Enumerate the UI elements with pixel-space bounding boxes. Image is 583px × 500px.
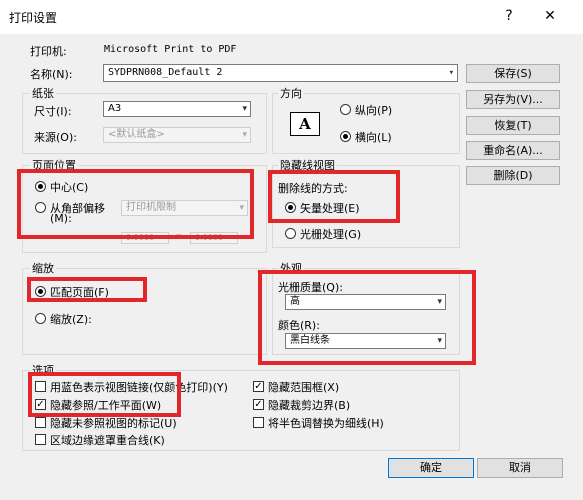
rename-button[interactable]: 重命名(A)... [466,141,560,160]
delete-button[interactable]: 删除(D) [466,166,560,185]
paper-size-select[interactable]: A3 ▾ [103,101,251,117]
appearance-group-label: 外观 [278,260,304,276]
paper-source-select[interactable]: <默认纸盒> ▾ [103,127,251,143]
paper-group-label: 纸张 [30,85,56,101]
ok-button[interactable]: 确定 [388,458,474,478]
option-checkbox-hide-scope-boxes[interactable]: ✓ [253,381,264,392]
offset-select[interactable]: 打印机限制 ▾ [121,200,248,216]
color-label: 颜色(R): [278,319,320,332]
checkmark-icon: ✓ [254,399,263,410]
chevron-down-icon: ▾ [448,68,454,78]
landscape-label: 横向(L) [355,131,392,144]
chevron-down-icon: ▾ [242,130,247,140]
printer-name-value: SYDPRN008_Default 2 [108,67,223,78]
dialog-title: 打印设置 [9,11,58,25]
paper-size-value: A3 [108,103,122,114]
vector-radio[interactable] [285,202,296,213]
option-label-hide-unref-tags: 隐藏未参照视图的标记(U) [50,417,177,430]
chevron-down-icon: ▾ [242,104,247,114]
option-label-hide-ref-planes: 隐藏参照/工作平面(W) [50,399,162,412]
option-label-hide-scope-boxes: 隐藏范围框(X) [268,381,340,394]
help-icon[interactable]: ? [499,6,519,26]
option-label-hide-crop-boundaries: 隐藏裁剪边界(B) [268,399,351,412]
orientation-group-label: 方向 [278,85,304,101]
color-select[interactable]: 黑白线条 ▾ [285,333,446,349]
raster-quality-label: 光栅质量(Q): [278,281,343,294]
hidden-line-method-label: 删除线的方式: [278,182,348,195]
option-checkbox-hide-unref-tags[interactable] [35,417,46,428]
option-checkbox-region-edge-mask[interactable] [35,434,46,445]
option-checkbox-hide-ref-planes[interactable]: ✓ [35,399,46,410]
close-icon[interactable]: ✕ [540,6,560,26]
zoom-radio[interactable] [35,313,46,324]
option-label-region-edge-mask: 区域边缘遮罩重合线(K) [50,434,165,447]
option-checkbox-halftone-thin-lines[interactable] [253,417,264,428]
save-as-button[interactable]: 另存为(V)... [466,90,560,109]
portrait-label: 纵向(P) [355,104,393,117]
options-group-label: 选项 [30,362,56,378]
raster-label: 光栅处理(G) [300,228,362,241]
landscape-radio[interactable] [340,131,351,142]
printer-value: Microsoft Print to PDF [104,44,237,55]
offset-x-input[interactable]: 0.0000 [121,232,169,244]
fit-page-radio[interactable] [35,286,46,297]
checkmark-icon: ✓ [254,381,263,392]
paper-source-value: <默认纸盒> [108,129,165,140]
paper-size-label: 尺寸(I): [34,105,72,118]
offset-radio[interactable] [35,202,46,213]
chevron-down-icon: ▾ [437,336,442,346]
hidden-line-group-label: 隐藏线视图 [278,157,337,173]
chevron-down-icon: ▾ [437,297,442,307]
print-settings-dialog: 打印设置 ? ✕ 打印机: Microsoft Print to PDF 名称(… [0,0,583,500]
printer-label: 打印机: [30,45,67,58]
offset-label-line2: (M): [50,212,72,225]
offset-select-value: 打印机限制 [126,202,176,213]
name-label: 名称(N): [30,68,73,81]
checkmark-icon: ✓ [36,399,45,410]
title-bar: 打印设置 ? ✕ [0,0,583,34]
paper-source-label: 来源(O): [34,131,77,144]
raster-quality-value: 高 [290,296,300,307]
zoom-label: 缩放(Z): [50,313,92,326]
center-radio[interactable] [35,181,46,192]
color-value: 黑白线条 [290,335,330,346]
raster-quality-select[interactable]: 高 ▾ [285,294,446,310]
portrait-radio[interactable] [340,104,351,115]
raster-radio[interactable] [285,228,296,239]
orientation-preview-icon: A [290,112,320,136]
option-checkbox-hide-crop-boundaries[interactable]: ✓ [253,399,264,410]
offset-y-input[interactable]: 0.0000 [190,232,238,244]
option-label-blue-links: 用蓝色表示视图链接(仅颜色打印)(Y) [50,381,228,394]
restore-button[interactable]: 恢复(T) [466,116,560,135]
zoom-group-label: 缩放 [30,260,56,276]
option-checkbox-blue-links[interactable] [35,381,46,392]
save-button[interactable]: 保存(S) [466,64,560,83]
vector-label: 矢量处理(E) [300,202,360,215]
fit-page-label: 匹配页面(F) [50,286,109,299]
chevron-down-icon: ▾ [239,203,244,213]
page-position-group-label: 页面位置 [30,157,78,173]
center-label: 中心(C) [50,181,89,194]
offset-x-label: x [176,232,182,242]
cancel-button[interactable]: 取消 [477,458,563,478]
option-label-halftone-thin-lines: 将半色调替换为细线(H) [268,417,384,430]
printer-name-select[interactable]: SYDPRN008_Default 2 ▾ [103,64,458,82]
